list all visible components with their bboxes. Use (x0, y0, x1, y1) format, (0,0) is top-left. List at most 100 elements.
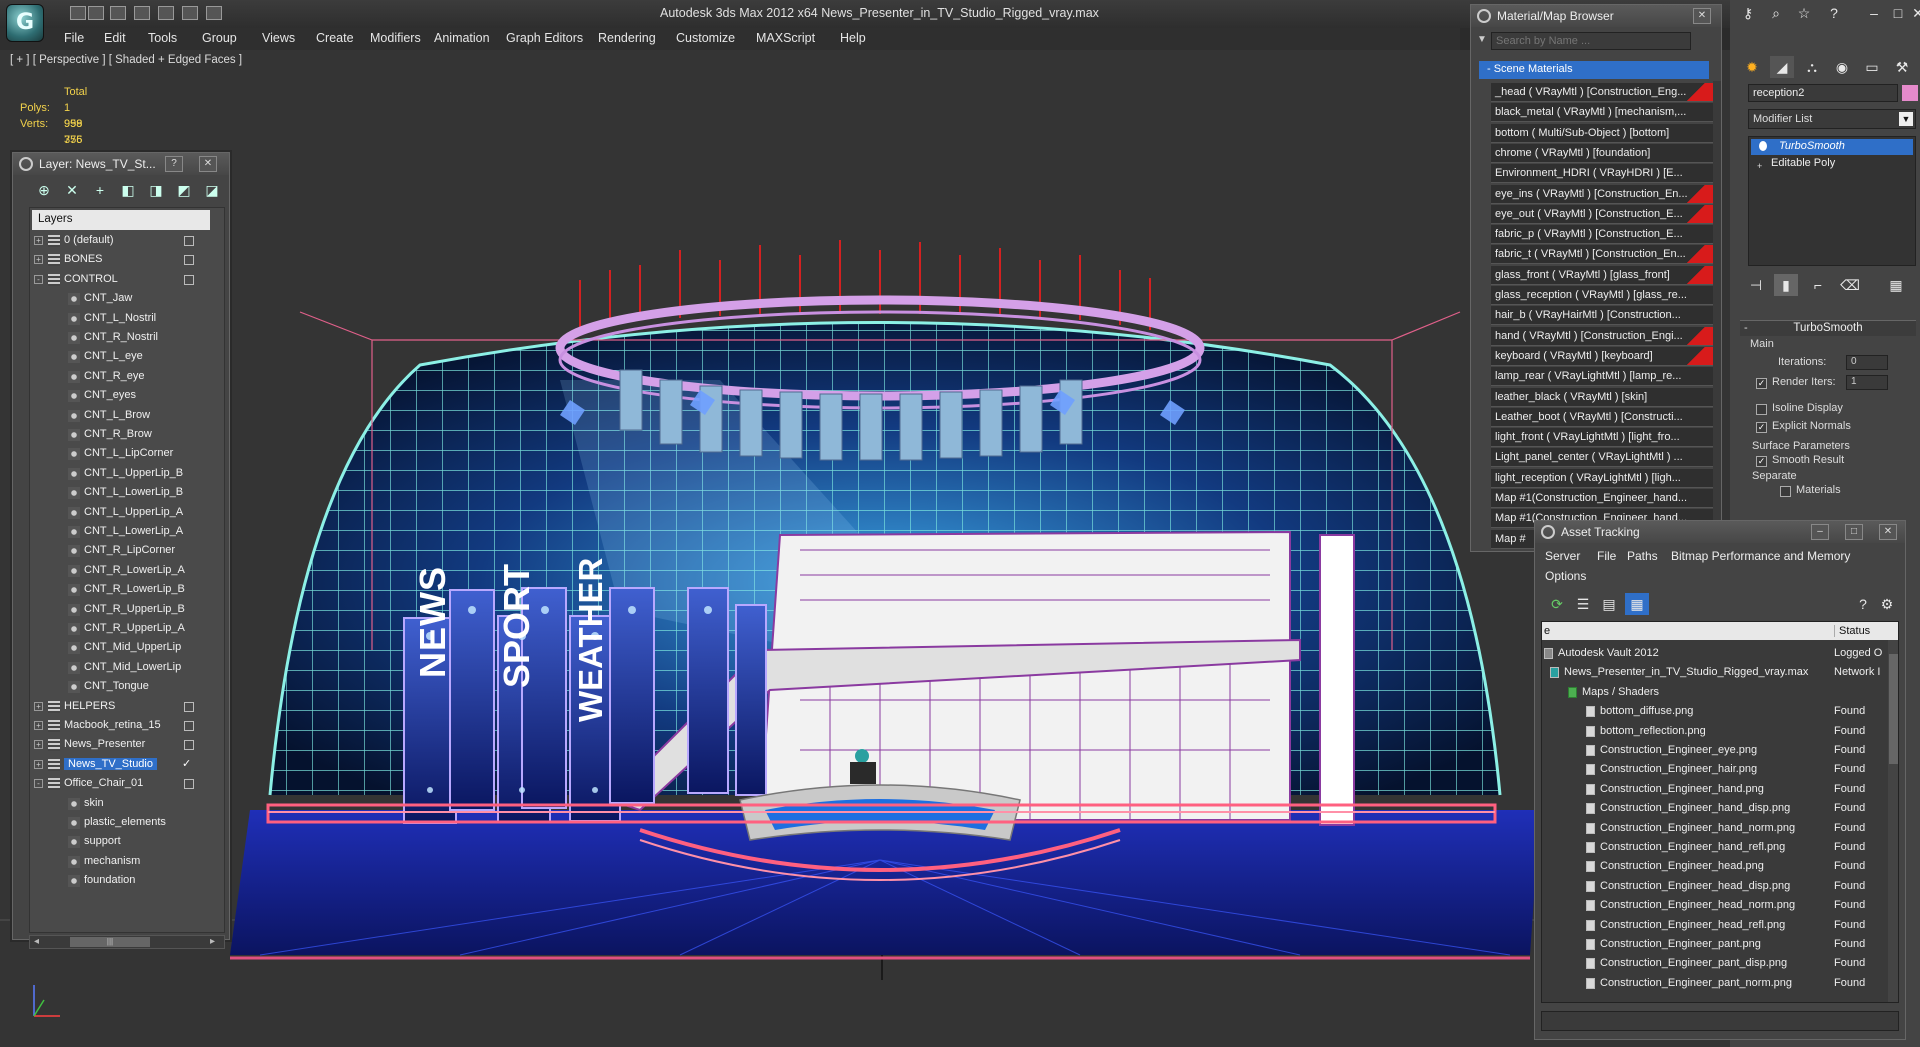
object-row[interactable]: CNT_L_Brow (34, 407, 210, 426)
material-item[interactable]: _head ( VRayMtl ) [Construction_Eng... (1491, 83, 1713, 102)
object-row[interactable]: CNT_Mid_LowerLip (34, 659, 210, 678)
layer-visibility-checkbox[interactable] (184, 721, 194, 731)
asset-row[interactable]: Construction_Engineer_pant.png Found (1542, 935, 1886, 954)
material-item[interactable]: hair_b ( VRayHairMtl ) [Construction... (1491, 306, 1713, 326)
asset-row[interactable]: Construction_Engineer_head_norm.png Found (1542, 896, 1886, 915)
asset-row[interactable]: Construction_Engineer_hair.png Found (1542, 760, 1886, 779)
menu-animation[interactable]: Animation (434, 31, 490, 45)
expand-icon[interactable]: + (34, 721, 43, 730)
material-item[interactable]: eye_ins ( VRayMtl ) [Construction_En... (1491, 184, 1713, 204)
material-item[interactable]: black_metal ( VRayMtl ) [mechanism,... (1491, 103, 1713, 123)
object-row[interactable]: CNT_L_LowerLip_A (34, 523, 210, 542)
browser-options-chevron-icon[interactable]: ▼ (1477, 34, 1487, 45)
layer-list[interactable]: Layers +0 (default) + BONES - CONTROL CNT_Jaw… (29, 207, 225, 933)
asset-menu-server[interactable]: Server (1545, 549, 1580, 563)
asset-row[interactable]: Autodesk Vault 2012 Logged O (1542, 644, 1886, 663)
layer-row[interactable]: +0 (default) (34, 232, 210, 251)
stack-item-editable-poly[interactable]: Editable Poly (1751, 156, 1913, 172)
close-icon[interactable]: ✕ (1879, 524, 1897, 540)
smooth-result-checkbox[interactable]: ✓ (1756, 456, 1767, 467)
new-layer-icon[interactable]: ⊕ (35, 181, 53, 199)
material-item[interactable]: leather_black ( VRayMtl ) [skin] (1491, 387, 1713, 407)
refresh-icon[interactable]: ⟳ (1545, 593, 1569, 615)
fetch-icon[interactable] (206, 6, 222, 20)
asset-row[interactable]: Construction_Engineer_head.png Found (1542, 857, 1886, 876)
asset-col-name[interactable]: e (1544, 625, 1550, 637)
utilities-tab-icon[interactable]: ⚒ (1890, 56, 1914, 78)
menu-help[interactable]: Help (840, 31, 866, 45)
maximize-icon[interactable]: □ (1845, 524, 1863, 540)
chevron-down-icon[interactable]: ▼ (1899, 112, 1913, 126)
expand-icon[interactable]: + (34, 701, 43, 711)
hold-icon[interactable] (182, 6, 198, 20)
object-row[interactable]: CNT_Jaw (34, 290, 210, 309)
app-logo-icon[interactable]: G (6, 4, 44, 42)
key-icon[interactable]: ⚷ (1736, 2, 1760, 24)
menu-maxscript[interactable]: MAXScript (756, 31, 815, 45)
undo-icon[interactable] (134, 6, 150, 20)
minimize-icon[interactable]: – (1862, 2, 1886, 24)
hierarchy-tab-icon[interactable]: ⛬ (1800, 56, 1824, 78)
scroll-left-icon[interactable]: ◂ (34, 936, 39, 947)
table-view-icon[interactable]: ▦ (1625, 593, 1649, 615)
object-row[interactable]: foundation (34, 872, 210, 891)
asset-tracking-titlebar[interactable]: Asset Tracking – □ ✕ (1535, 521, 1905, 543)
current-layer-check-icon[interactable]: ✓ (182, 757, 191, 770)
list-view-icon[interactable]: ☰ (1571, 593, 1595, 615)
asset-row[interactable]: Construction_Engineer_hand_norm.png Found (1542, 819, 1886, 838)
object-row[interactable]: CNT_R_Nostril (34, 329, 210, 348)
asset-row[interactable]: Construction_Engineer_hand.png Found (1542, 780, 1886, 799)
object-row[interactable]: CNT_Tongue (34, 678, 210, 697)
layer-visibility-checkbox[interactable] (184, 274, 194, 285)
asset-menu-bitmap[interactable]: Bitmap Performance and Memory (1671, 549, 1850, 563)
object-row[interactable]: skin (34, 795, 210, 814)
material-item[interactable]: light_front ( VRayLightMtl ) [light_fro.… (1491, 428, 1713, 448)
star-icon[interactable]: ☆ (1792, 2, 1816, 24)
binoculars-icon[interactable]: ⌕ (1764, 2, 1788, 24)
make-unique-icon[interactable]: ⌐ (1806, 274, 1830, 296)
layer-row[interactable]: + News_TV_Studio ✓ (34, 756, 210, 775)
material-item[interactable]: light_reception ( VRayLightMtl ) [ligh..… (1491, 468, 1713, 488)
object-row[interactable]: CNT_R_UpperLip_A (34, 620, 210, 639)
asset-vertical-scrollbar[interactable] (1888, 640, 1898, 1002)
layer-visibility-checkbox[interactable] (184, 779, 194, 790)
delete-icon[interactable]: ✕ (63, 181, 81, 199)
asset-row[interactable]: bottom_diffuse.png Found (1542, 702, 1886, 721)
asset-menu-paths[interactable]: Paths (1627, 549, 1658, 563)
motion-tab-icon[interactable]: ◉ (1830, 56, 1854, 78)
asset-row[interactable]: Construction_Engineer_pant_norm.png Found (1542, 974, 1886, 993)
asset-menu-options[interactable]: Options (1545, 569, 1586, 583)
thumbnail-view-icon[interactable]: ▤ (1597, 593, 1621, 615)
lightbulb-icon[interactable] (1759, 141, 1767, 151)
asset-row[interactable]: Construction_Engineer_pant_disp.png Found (1542, 954, 1886, 973)
material-item[interactable]: keyboard ( VRayMtl ) [keyboard] (1491, 346, 1713, 366)
object-row[interactable]: CNT_L_LipCorner (34, 445, 210, 464)
asset-col-status[interactable]: Status (1834, 625, 1870, 637)
layer-row[interactable]: + BONES (34, 251, 210, 270)
create-tab-icon[interactable]: ✹ (1740, 56, 1764, 78)
modify-tab-icon[interactable]: ◢ (1770, 56, 1794, 78)
layer-row[interactable]: + News_Presenter (34, 736, 210, 755)
iterations-spinner[interactable]: 0 (1846, 355, 1888, 370)
layer-visibility-checkbox[interactable] (184, 236, 194, 246)
add-icon[interactable]: + (91, 181, 109, 199)
asset-row[interactable]: Construction_Engineer_head_disp.png Found (1542, 877, 1886, 896)
open-file-icon[interactable] (88, 6, 104, 20)
asset-row[interactable]: Construction_Engineer_head_refl.png Found (1542, 916, 1886, 935)
modifier-list-dropdown[interactable]: Modifier List ▼ (1748, 109, 1916, 129)
scene-materials-group[interactable]: - Scene Materials (1479, 61, 1709, 79)
layer-row[interactable]: - Office_Chair_01 (34, 775, 210, 794)
material-item[interactable]: chrome ( VRayMtl ) [foundation] (1491, 143, 1713, 163)
material-item[interactable]: glass_front ( VRayMtl ) [glass_front] (1491, 265, 1713, 285)
object-row[interactable]: CNT_L_LowerLip_B (34, 484, 210, 503)
material-item[interactable]: hand ( VRayMtl ) [Construction_Engi... (1491, 326, 1713, 346)
asset-row[interactable]: Construction_Engineer_eye.png Found (1542, 741, 1886, 760)
menu-edit[interactable]: Edit (104, 31, 126, 45)
display-tab-icon[interactable]: ▭ (1860, 56, 1884, 78)
expand-icon[interactable]: + (1757, 161, 1762, 171)
material-item[interactable]: glass_reception ( VRayMtl ) [glass_re... (1491, 286, 1713, 305)
menu-tools[interactable]: Tools (148, 31, 177, 45)
layer-visibility-checkbox[interactable] (184, 701, 194, 712)
menu-group[interactable]: Group (202, 31, 237, 45)
asset-path-field[interactable] (1541, 1011, 1899, 1031)
